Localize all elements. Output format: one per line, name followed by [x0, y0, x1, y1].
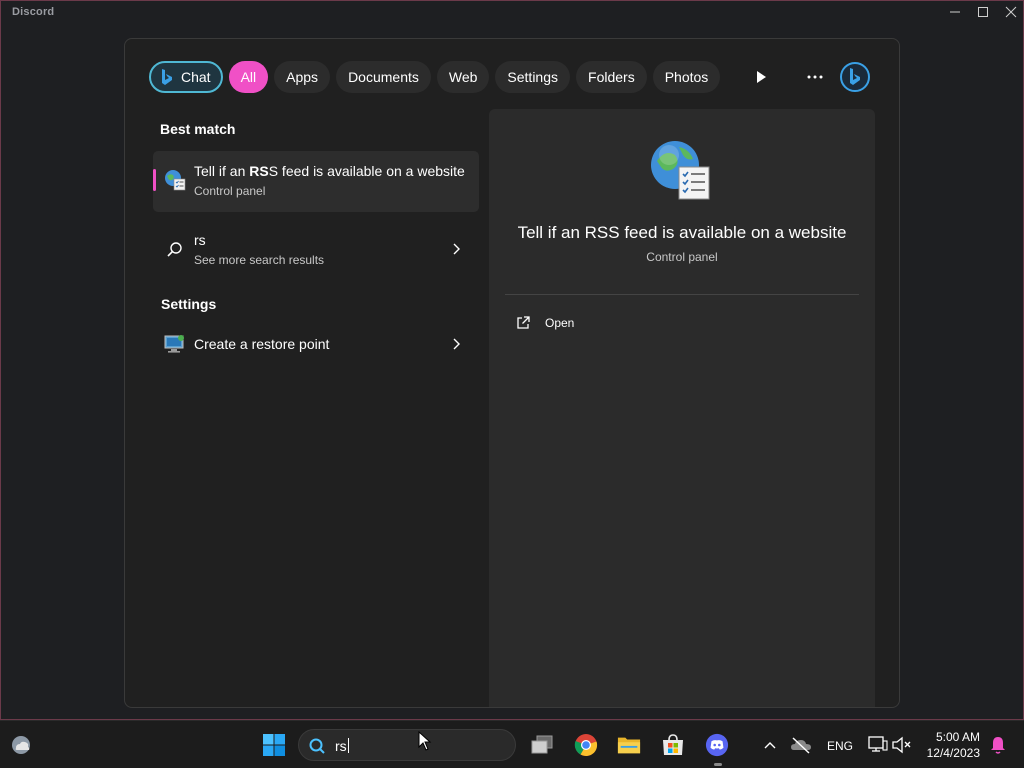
taskbar: rs ENG 5:00 AM 12/4/2023 — [0, 720, 1024, 768]
running-indicator — [714, 763, 722, 766]
search-icon — [167, 242, 182, 257]
chevron-right-icon — [453, 243, 460, 255]
filter-settings[interactable]: Settings — [495, 61, 571, 93]
file-explorer-icon[interactable] — [617, 733, 641, 757]
open-action[interactable]: Open — [515, 315, 574, 331]
onedrive-offline-icon[interactable] — [789, 733, 813, 757]
close-icon[interactable] — [999, 3, 1023, 21]
language-indicator[interactable]: ENG — [827, 739, 853, 753]
settings-result-title: Create a restore point — [194, 336, 330, 352]
more-icon[interactable] — [801, 63, 829, 91]
taskbar-search-text: rs — [335, 738, 347, 754]
filter-web[interactable]: Web — [436, 61, 490, 93]
best-match-title-suffix: S feed is available on a website — [268, 163, 465, 179]
maximize-icon[interactable] — [971, 3, 995, 21]
windows-start-icon[interactable] — [261, 732, 287, 758]
open-external-icon — [517, 316, 530, 329]
filter-apps-label: Apps — [286, 69, 319, 85]
mouse-cursor-icon — [418, 731, 432, 751]
detail-divider — [505, 294, 859, 295]
best-match-result[interactable]: Tell if an RSS feed is available on a we… — [153, 151, 479, 212]
selection-indicator — [153, 169, 156, 191]
notification-bell-icon[interactable] — [986, 733, 1010, 757]
open-label: Open — [545, 316, 575, 330]
weather-icon[interactable] — [10, 733, 34, 757]
filter-documents-label: Documents — [348, 69, 419, 85]
chrome-icon[interactable] — [574, 733, 598, 757]
detail-title: Tell if an RSS feed is available on a we… — [517, 223, 847, 242]
web-result-title: rs — [194, 232, 206, 248]
rss-globe-icon — [651, 141, 710, 200]
filter-all-label: All — [240, 69, 257, 85]
filter-photos[interactable]: Photos — [652, 61, 721, 93]
taskbar-search-value: rs — [335, 738, 349, 754]
text-caret — [347, 738, 349, 753]
chevron-up-icon[interactable] — [758, 733, 782, 757]
web-search-result[interactable]: rs See more search results — [153, 221, 479, 277]
web-result-subtitle: See more search results — [194, 253, 325, 267]
bing-chat-icon — [162, 69, 172, 85]
discord-icon[interactable] — [705, 733, 729, 757]
network-icon[interactable] — [865, 733, 889, 757]
bing-icon[interactable] — [839, 61, 871, 93]
search-icon — [309, 738, 325, 754]
volume-muted-icon[interactable] — [890, 733, 914, 757]
best-match-title-bold: RS — [249, 163, 269, 179]
settings-heading: Settings — [161, 296, 217, 312]
settings-result[interactable]: Create a restore point — [153, 325, 479, 363]
filter-chat-label: Chat — [181, 69, 211, 85]
filter-apps[interactable]: Apps — [274, 61, 331, 93]
best-match-heading: Best match — [160, 121, 236, 137]
best-match-title: Tell if an RSS feed is available on a we… — [194, 163, 465, 179]
filter-all[interactable]: All — [228, 61, 269, 93]
clock-time: 5:00 AM — [935, 730, 980, 744]
best-match-title-prefix: Tell if an — [194, 163, 250, 179]
window-title: Discord — [12, 6, 55, 18]
filter-web-label: Web — [448, 69, 478, 85]
system-monitor-icon — [164, 335, 184, 353]
clock-date: 12/4/2023 — [926, 746, 980, 760]
detail-pane: Tell if an RSS feed is available on a we… — [489, 109, 875, 707]
chevron-right-icon — [453, 338, 460, 350]
filter-chat[interactable]: Chat — [149, 61, 223, 93]
rss-globe-icon — [165, 170, 186, 191]
filter-folders-label: Folders — [588, 69, 635, 85]
filter-photos-label: Photos — [664, 69, 709, 85]
microsoft-store-icon[interactable] — [661, 733, 685, 757]
minimize-icon[interactable] — [943, 3, 967, 21]
play-icon[interactable] — [747, 63, 775, 91]
detail-subtitle: Control panel — [646, 250, 718, 264]
taskbar-search-input[interactable]: rs — [298, 729, 516, 761]
filter-folders[interactable]: Folders — [576, 61, 647, 93]
search-panel: Chat All Apps Documents Web Settings Fol… — [124, 38, 900, 708]
filter-settings-label: Settings — [507, 69, 559, 85]
task-view-icon[interactable] — [530, 733, 554, 757]
clock[interactable]: 5:00 AM 12/4/2023 — [927, 729, 980, 761]
best-match-subtitle: Control panel — [194, 184, 266, 198]
filter-bar: Chat All Apps Documents Web Settings Fol… — [149, 61, 721, 93]
filter-documents[interactable]: Documents — [336, 61, 431, 93]
